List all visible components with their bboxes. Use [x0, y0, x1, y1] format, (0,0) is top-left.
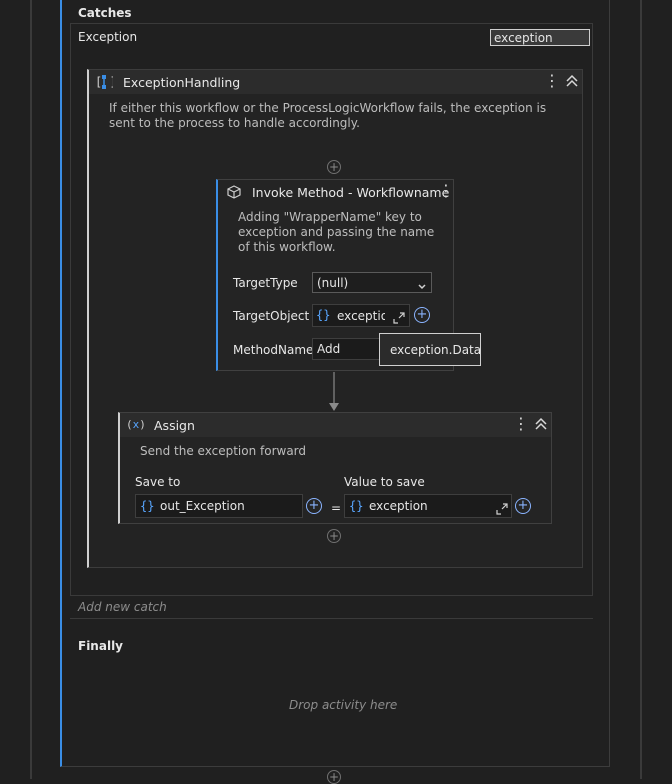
target-object-plus-icon[interactable]: + [414, 307, 430, 323]
more-options-icon[interactable]: ⋮ [544, 73, 560, 89]
outer-frame-left-line [30, 0, 32, 779]
save-to-label: Save to [135, 475, 181, 489]
invoke-more-icon[interactable]: ⋮ [438, 183, 454, 199]
assign-title: Assign [154, 418, 195, 433]
tooltip: exception.Data [379, 333, 481, 366]
save-to-field[interactable]: {} out_Exception [135, 494, 303, 518]
collapse-icon[interactable] [565, 74, 579, 91]
target-type-value: (null) [317, 276, 349, 290]
method-name-label: MethodName [233, 343, 314, 357]
connector-arrow [328, 372, 340, 412]
finally-header: Finally [78, 639, 123, 653]
drop-activity-area[interactable]: Drop activity here [289, 698, 397, 712]
exception-handling-description: If either this workflow or the ProcessLo… [109, 101, 547, 130]
target-object-field[interactable]: {} exception [312, 304, 410, 327]
assign-more-icon[interactable]: ⋮ [513, 416, 529, 432]
add-activity-bottom-plus-icon[interactable]: + [327, 770, 341, 784]
add-new-catch-link[interactable]: Add new catch [78, 600, 167, 614]
tooltip-text: exception.Data [390, 343, 482, 357]
expand-icon[interactable] [393, 309, 405, 328]
target-type-label: TargetType [233, 276, 298, 290]
add-activity-below-plus-icon[interactable]: + [327, 529, 341, 543]
target-object-label: TargetObject [233, 309, 310, 323]
assign-collapse-icon[interactable] [534, 417, 548, 434]
save-to-value: out_Exception [160, 499, 245, 513]
outer-frame-right-line [640, 0, 642, 779]
exception-label: Exception [78, 30, 138, 44]
chevron-down-icon [417, 277, 427, 296]
invoke-method-icon [226, 184, 242, 200]
value-plus-icon[interactable]: + [515, 498, 531, 514]
value-expand-icon[interactable] [496, 500, 508, 519]
assign-icon: (x) [126, 418, 146, 431]
method-name-field[interactable]: Add [312, 338, 382, 360]
divider [70, 595, 593, 596]
exception-type-field[interactable]: exception [490, 29, 590, 46]
catches-header: Catches [78, 6, 132, 20]
exception-handling-title: ExceptionHandling [123, 75, 241, 90]
sequence-icon: [ ] [95, 74, 117, 90]
divider [70, 618, 593, 619]
add-activity-plus-icon[interactable]: + [327, 160, 341, 174]
equals-sign: = [331, 501, 342, 515]
save-to-braces-icon: {} [140, 499, 155, 513]
target-type-select[interactable]: (null) [312, 272, 432, 293]
value-to-save-label: Value to save [344, 475, 425, 489]
assign-description: Send the exception forward [140, 444, 307, 458]
target-object-value: exception [337, 309, 385, 323]
value-braces-icon: {} [349, 499, 364, 513]
expression-braces-icon: {} [316, 308, 331, 322]
invoke-method-description: Adding "WrapperName" key to exception an… [238, 210, 435, 254]
exception-type-value: exception [494, 31, 553, 45]
method-name-value: Add [317, 342, 341, 356]
invoke-method-title: Invoke Method - Workflowname [252, 185, 450, 200]
value-to-save-field[interactable]: {} exception [344, 494, 512, 518]
save-to-plus-icon[interactable]: + [306, 498, 322, 514]
value-to-save-value: exception [369, 499, 428, 513]
